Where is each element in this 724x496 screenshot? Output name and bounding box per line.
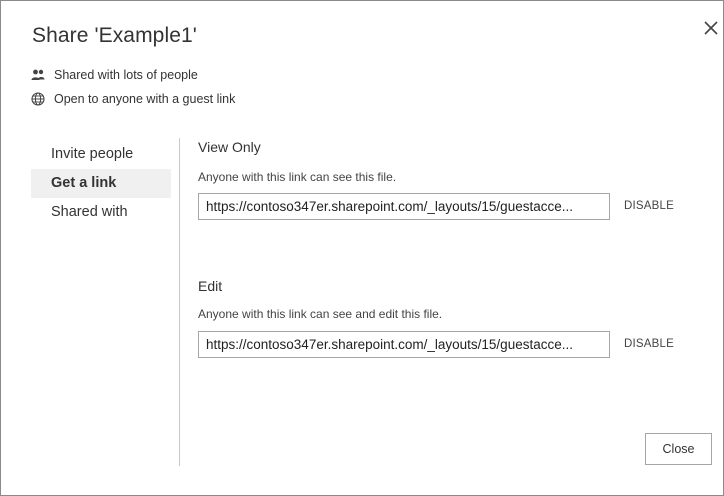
guest-link-status: Open to anyone with a guest link	[31, 92, 235, 106]
nav-invite-people[interactable]: Invite people	[31, 140, 171, 169]
view-only-link-field[interactable]: https://contoso347er.sharepoint.com/_lay…	[198, 193, 610, 220]
shared-status-text: Shared with lots of people	[54, 68, 198, 82]
view-only-title: View Only	[198, 139, 261, 155]
people-icon	[31, 68, 45, 82]
view-only-description: Anyone with this link can see this file.	[198, 170, 397, 184]
close-button[interactable]: Close	[645, 433, 712, 465]
edit-disable-button[interactable]: DISABLE	[624, 338, 674, 350]
nav-get-a-link[interactable]: Get a link	[31, 169, 171, 198]
edit-description: Anyone with this link can see and edit t…	[198, 307, 443, 321]
dialog-title: Share 'Example1'	[32, 24, 197, 47]
shared-status: Shared with lots of people	[31, 68, 198, 82]
guest-link-status-text: Open to anyone with a guest link	[54, 92, 236, 106]
share-dialog: Share 'Example1' Shared with lots of peo…	[0, 0, 724, 496]
view-only-disable-button[interactable]: DISABLE	[624, 200, 674, 212]
nav-shared-with[interactable]: Shared with	[31, 198, 171, 227]
globe-icon	[31, 92, 45, 106]
edit-title: Edit	[198, 278, 223, 294]
vertical-divider	[179, 138, 180, 466]
edit-link-field[interactable]: https://contoso347er.sharepoint.com/_lay…	[198, 331, 610, 358]
share-nav: Invite people Get a link Shared with	[31, 140, 171, 227]
close-icon[interactable]	[701, 18, 721, 38]
